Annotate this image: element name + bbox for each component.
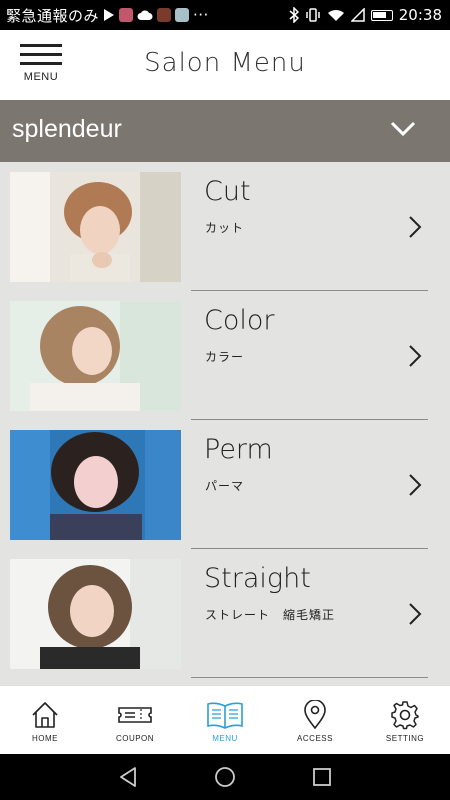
- menu-item-color[interactable]: Color カラー: [0, 291, 450, 420]
- system-nav-bar: [0, 754, 450, 800]
- menu-list: Cut カット Color カラー Perm パーマ Straight ストレー…: [0, 162, 450, 685]
- color-photo: [10, 301, 181, 411]
- coupon-icon: [118, 707, 152, 723]
- chevron-right-icon: [409, 603, 422, 625]
- tab-label: MENU: [212, 734, 238, 743]
- recents-icon[interactable]: [311, 766, 333, 788]
- menu-item-title: Color: [204, 305, 275, 336]
- notification-app-icon: [119, 8, 134, 22]
- menu-item-subtitle: パーマ: [205, 479, 245, 493]
- divider: [191, 677, 428, 678]
- vibrate-icon: [306, 8, 320, 22]
- app-header: MENU Salon Menu: [0, 30, 450, 100]
- tab-setting[interactable]: SETTING: [360, 686, 450, 754]
- menu-item-subtitle: カット: [205, 221, 245, 235]
- cloud-icon: [137, 10, 153, 20]
- tab-coupon[interactable]: COUPON: [90, 686, 180, 754]
- clock: 20:38: [398, 6, 442, 24]
- home-icon: [32, 702, 58, 728]
- menu-item-subtitle: カラー: [205, 350, 245, 364]
- menu-item-title: Straight: [204, 563, 311, 594]
- gear-icon: [391, 701, 419, 730]
- book-icon: [207, 702, 243, 729]
- more-notifications-icon: ···: [193, 6, 209, 24]
- no-signal-icon: [350, 8, 365, 22]
- tab-label: ACCESS: [297, 734, 333, 743]
- tab-label: SETTING: [385, 734, 425, 743]
- back-icon[interactable]: [117, 766, 139, 788]
- menu-item-perm[interactable]: Perm パーマ: [0, 420, 450, 549]
- straight-photo: [10, 559, 181, 669]
- perm-photo: [10, 430, 181, 540]
- chevron-down-icon[interactable]: [390, 120, 416, 138]
- hamburger-icon: [20, 44, 62, 47]
- tab-access[interactable]: ACCESS: [270, 686, 360, 754]
- menu-item-title: Perm: [204, 434, 273, 465]
- bottom-tab-bar: HOME COUPON MENU ACCESS SETTING: [0, 685, 450, 754]
- battery-icon: [370, 9, 393, 21]
- play-store-icon: [104, 9, 115, 21]
- notification-app-icon: [157, 8, 172, 22]
- chevron-right-icon: [409, 345, 422, 367]
- tab-label: COUPON: [115, 734, 155, 743]
- chevron-right-icon: [409, 216, 422, 238]
- cut-photo: [10, 172, 181, 282]
- menu-item-straight[interactable]: Straight ストレート 縮毛矯正: [0, 549, 450, 678]
- salon-name: splendeur: [12, 115, 122, 143]
- tab-home[interactable]: HOME: [0, 686, 90, 754]
- notification-app-icon: [175, 8, 190, 22]
- tab-label: HOME: [32, 734, 58, 743]
- map-pin-icon: [304, 700, 326, 730]
- home-nav-icon[interactable]: [214, 766, 236, 788]
- wifi-icon: [327, 9, 344, 21]
- tab-menu[interactable]: MENU: [180, 686, 270, 754]
- bluetooth-icon: [289, 7, 299, 23]
- emergency-only-text: 緊急通報のみ: [6, 6, 100, 25]
- chevron-right-icon: [409, 474, 422, 496]
- page-title: Salon Menu: [144, 48, 306, 78]
- salon-selector[interactable]: splendeur: [0, 100, 450, 162]
- menu-item-subtitle: ストレート 縮毛矯正: [205, 608, 336, 622]
- menu-item-cut[interactable]: Cut カット: [0, 162, 450, 291]
- menu-item-title: Cut: [204, 176, 251, 207]
- status-bar: 緊急通報のみ ··· 20:38: [0, 0, 450, 30]
